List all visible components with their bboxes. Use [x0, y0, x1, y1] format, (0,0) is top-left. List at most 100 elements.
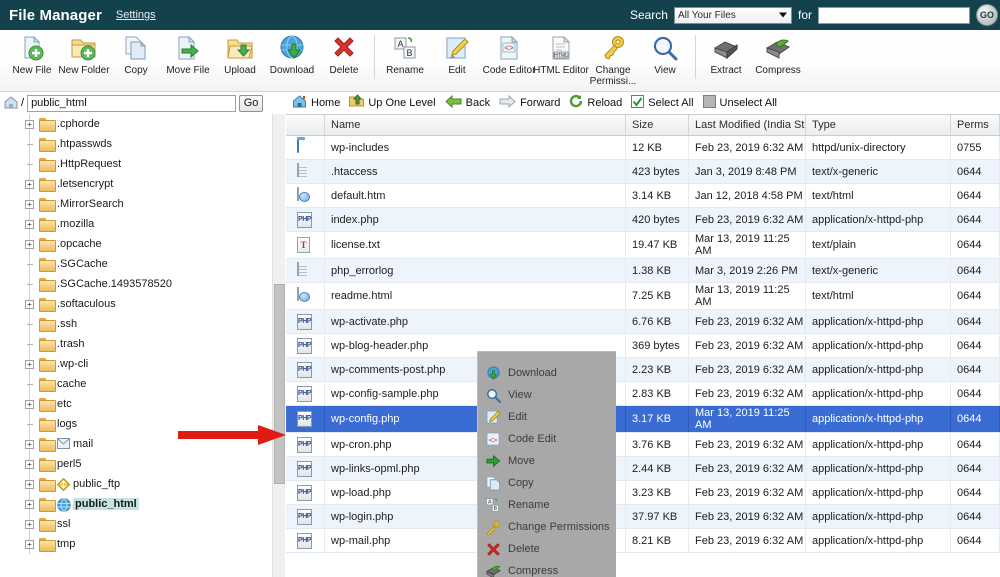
tree-item-ssl[interactable]: + ssl: [0, 514, 272, 534]
tree-item-etc[interactable]: + etc: [0, 394, 272, 414]
path-input[interactable]: [27, 94, 237, 112]
context-menu-item-rename[interactable]: A B Rename: [478, 494, 616, 516]
search-go-button[interactable]: GO: [976, 4, 998, 26]
nav-back[interactable]: Back: [444, 94, 495, 111]
tree-item-tmp[interactable]: + tmp: [0, 534, 272, 554]
context-menu-item-code-edit[interactable]: <> Code Edit: [478, 428, 616, 450]
tree-item-dot-httprequest[interactable]: .HttpRequest: [0, 154, 272, 174]
column-header-size[interactable]: Size: [626, 115, 689, 135]
toolbar-change-permissions[interactable]: Change Permissi...: [587, 30, 639, 87]
context-menu-item-change-permissions[interactable]: Change Permissions: [478, 516, 616, 538]
expand-toggle-icon[interactable]: +: [25, 499, 34, 509]
expand-toggle-icon[interactable]: +: [25, 219, 34, 229]
context-menu-item-edit[interactable]: Edit: [478, 406, 616, 428]
toolbar-delete[interactable]: Delete: [318, 30, 370, 86]
search-scope-select[interactable]: All Your Files: [673, 6, 792, 24]
tree-item-dot-mozilla[interactable]: + .mozilla: [0, 214, 272, 234]
tree-item-dot-ssh[interactable]: .ssh: [0, 314, 272, 334]
tree-item-dot-letsencrypt[interactable]: + .letsencrypt: [0, 174, 272, 194]
context-menu-item-delete[interactable]: Delete: [478, 538, 616, 560]
context-menu-item-view[interactable]: View: [478, 384, 616, 406]
nav-select-all[interactable]: Select All: [631, 94, 698, 111]
context-menu-item-move[interactable]: Move: [478, 450, 616, 472]
table-row[interactable]: PHP wp-links-opml.php 2.44 KB Feb 23, 2019 …: [286, 457, 1000, 481]
table-row[interactable]: .htaccess 423 bytes Jan 3, 2019 8:48 PM tex…: [286, 160, 1000, 184]
file-name-cell[interactable]: readme.html: [325, 283, 626, 309]
nav-unselect-all[interactable]: Unselect All: [702, 94, 782, 111]
file-name-cell[interactable]: index.php: [325, 208, 626, 231]
tree-item-dot-opcache[interactable]: + .opcache: [0, 234, 272, 254]
nav-up-one-level[interactable]: Up One Level: [349, 94, 440, 111]
column-header-type[interactable]: Type: [806, 115, 951, 135]
path-go-button[interactable]: Go: [239, 94, 264, 112]
toolbar-download[interactable]: Download: [266, 30, 318, 86]
expand-toggle-icon[interactable]: +: [25, 459, 34, 469]
column-header-perms[interactable]: Perms: [951, 115, 1000, 135]
tree-scrollbar[interactable]: [272, 114, 285, 577]
tree-item-dot-mirrorsearch[interactable]: + .MirrorSearch: [0, 194, 272, 214]
expand-toggle-icon[interactable]: +: [25, 479, 34, 489]
tree-item-dot-sgcache[interactable]: .SGCache: [0, 254, 272, 274]
file-name-cell[interactable]: default.htm: [325, 184, 626, 207]
file-name-cell[interactable]: license.txt: [325, 232, 626, 258]
table-row[interactable]: PHP wp-config-sample.php 2.83 KB Feb 23, 20…: [286, 382, 1000, 406]
expand-toggle-icon[interactable]: +: [25, 359, 34, 369]
table-row[interactable]: PHP wp-load.php 3.23 KB Feb 23, 2019 6:32 A…: [286, 481, 1000, 505]
tree-item-public-ftp[interactable]: + public_ftp: [0, 474, 272, 494]
context-menu-item-copy[interactable]: Copy: [478, 472, 616, 494]
tree-item-dot-trash[interactable]: .trash: [0, 334, 272, 354]
context-menu-item-download[interactable]: Download: [478, 362, 616, 384]
file-grid-body[interactable]: wp-includes 12 KB Feb 23, 2019 6:32 AM http…: [286, 136, 1000, 553]
table-row[interactable]: readme.html 7.25 KB Mar 13, 2019 11:25 AM t…: [286, 283, 1000, 310]
column-header-last-modified[interactable]: Last Modified (India Star: [689, 115, 806, 135]
table-row[interactable]: PHP index.php 420 bytes Feb 23, 2019 6:32 A…: [286, 208, 1000, 232]
nav-forward[interactable]: Forward: [499, 94, 565, 111]
nav-home[interactable]: Home: [292, 94, 345, 111]
file-name-cell[interactable]: .htaccess: [325, 160, 626, 183]
toolbar-move-file[interactable]: Move File: [162, 30, 214, 86]
table-row[interactable]: PHP wp-config.php 3.17 KB Mar 13, 2019 11:2…: [286, 406, 1000, 433]
table-row[interactable]: default.htm 3.14 KB Jan 12, 2018 4:58 PM te…: [286, 184, 1000, 208]
column-header-name[interactable]: Name: [325, 115, 626, 135]
toolbar-compress[interactable]: Compress: [752, 30, 804, 86]
tree-item-public-html[interactable]: + public_html: [0, 494, 272, 514]
search-input[interactable]: [818, 6, 970, 24]
expand-toggle-icon[interactable]: +: [25, 199, 34, 209]
table-row[interactable]: PHP wp-mail.php 8.21 KB Feb 23, 2019 6:32 A…: [286, 529, 1000, 553]
toolbar-new-folder[interactable]: New Folder: [58, 30, 110, 86]
table-row[interactable]: PHP wp-activate.php 6.76 KB Feb 23, 2019 6:…: [286, 310, 1000, 334]
tree-scrollbar-thumb[interactable]: [274, 284, 285, 484]
toolbar-edit[interactable]: Edit: [431, 30, 483, 86]
settings-link[interactable]: Settings: [116, 9, 156, 21]
directory-tree[interactable]: + .cphorde .htpasswds .HttpRequest + .letsenc…: [0, 114, 272, 577]
table-row[interactable]: Tlicense.txt 19.47 KB Mar 13, 2019 11:25 A…: [286, 232, 1000, 259]
file-name-cell[interactable]: wp-activate.php: [325, 310, 626, 333]
tree-item-dot-htpasswds[interactable]: .htpasswds: [0, 134, 272, 154]
table-row[interactable]: PHP wp-comments-post.php 2.23 KB Feb 23, 20…: [286, 358, 1000, 382]
toolbar-rename[interactable]: A B Rename: [379, 30, 431, 86]
toolbar-html-editor[interactable]: HTML HTML Editor: [533, 30, 589, 86]
table-row[interactable]: PHP wp-cron.php 3.76 KB Feb 23, 2019 6:32 A…: [286, 433, 1000, 457]
expand-toggle-icon[interactable]: +: [25, 539, 34, 549]
toolbar-new-file[interactable]: New File: [6, 30, 58, 86]
toolbar-upload[interactable]: Upload: [214, 30, 266, 86]
expand-toggle-icon[interactable]: +: [25, 439, 34, 449]
expand-toggle-icon[interactable]: +: [25, 239, 34, 249]
expand-toggle-icon[interactable]: +: [25, 179, 34, 189]
tree-item-perl5[interactable]: + perl5: [0, 454, 272, 474]
file-name-cell[interactable]: php_errorlog: [325, 259, 626, 282]
toolbar-view[interactable]: View: [639, 30, 691, 86]
table-row[interactable]: PHP wp-blog-header.php 369 bytes Feb 23, 20…: [286, 334, 1000, 358]
column-header-icon[interactable]: [286, 115, 325, 135]
toolbar-copy[interactable]: Copy: [110, 30, 162, 86]
toolbar-extract[interactable]: Extract: [700, 30, 752, 86]
tree-item-dot-sgcache-1493578520[interactable]: .SGCache.1493578520: [0, 274, 272, 294]
tree-item-dot-cphorde[interactable]: + .cphorde: [0, 114, 272, 134]
expand-toggle-icon[interactable]: +: [25, 399, 34, 409]
file-context-menu[interactable]: Download View Edit <> Code Edit Move Copy A B Ren…: [477, 351, 616, 577]
file-name-cell[interactable]: wp-includes: [325, 136, 626, 159]
table-row[interactable]: php_errorlog 1.38 KB Mar 3, 2019 2:26 PM te…: [286, 259, 1000, 283]
context-menu-item-compress[interactable]: Compress: [478, 560, 616, 577]
expand-toggle-icon[interactable]: +: [25, 519, 34, 529]
toolbar-code-editor[interactable]: <> Code Editor: [483, 30, 535, 86]
